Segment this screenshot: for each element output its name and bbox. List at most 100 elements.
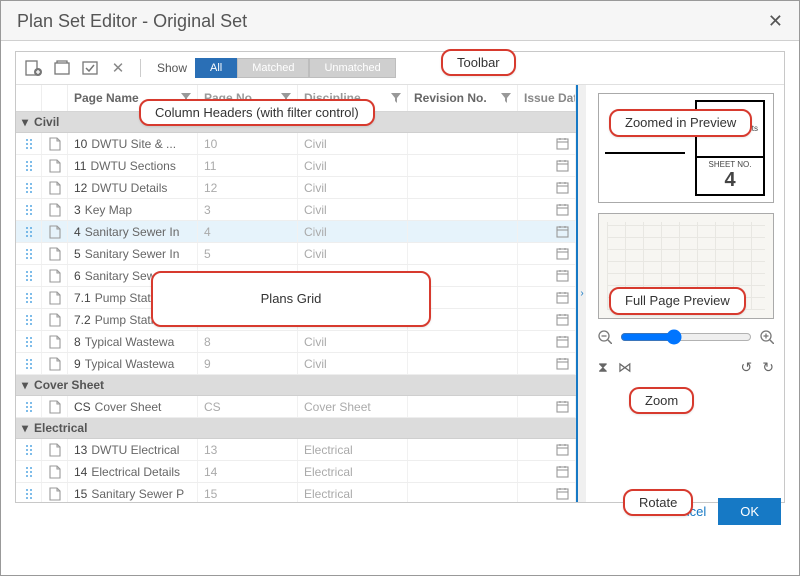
date-picker-icon[interactable]	[518, 309, 576, 330]
cell-page-name: 9Typical Wastewa	[68, 353, 198, 374]
drag-handle-icon[interactable]	[16, 155, 42, 176]
table-row[interactable]: 4Sanitary Sewer In4Civil	[16, 221, 576, 243]
filter-unmatched[interactable]: Unmatched	[309, 58, 395, 78]
callout-rotate: Rotate	[623, 489, 693, 516]
table-row[interactable]: 8Typical Wastewa8Civil	[16, 331, 576, 353]
cell-page-no: 10	[198, 133, 298, 154]
table-row[interactable]: 5Sanitary Sewer In5Civil	[16, 243, 576, 265]
zoom-slider[interactable]	[620, 329, 752, 345]
pane-divider[interactable]: ›	[576, 85, 586, 502]
document-icon	[42, 133, 68, 154]
cell-page-no: 15	[198, 483, 298, 502]
cell-revision-no	[408, 199, 518, 220]
sheet-no: 4	[697, 169, 763, 192]
date-picker-icon[interactable]	[518, 265, 576, 286]
group-row[interactable]: ▾Electrical	[16, 418, 576, 439]
drag-handle-icon[interactable]	[16, 309, 42, 330]
filter-all[interactable]: All	[195, 58, 237, 78]
date-picker-icon[interactable]	[518, 221, 576, 242]
sheet-no-label: SHEET NO.	[697, 160, 763, 169]
date-picker-icon[interactable]	[518, 177, 576, 198]
drag-handle-icon[interactable]	[16, 353, 42, 374]
table-row[interactable]: 12DWTU Details12Civil	[16, 177, 576, 199]
close-icon[interactable]: ✕	[768, 11, 783, 32]
drag-handle-icon[interactable]	[16, 439, 42, 460]
table-row[interactable]: 14Electrical Details14Electrical	[16, 461, 576, 483]
document-icon	[42, 309, 68, 330]
cell-page-no: 8	[198, 331, 298, 352]
table-row[interactable]: 15Sanitary Sewer P15Electrical	[16, 483, 576, 502]
date-picker-icon[interactable]	[518, 133, 576, 154]
table-row[interactable]: 3Key Map3Civil	[16, 199, 576, 221]
date-picker-icon[interactable]	[518, 353, 576, 374]
date-picker-icon[interactable]	[518, 199, 576, 220]
document-icon	[42, 199, 68, 220]
drag-handle-icon[interactable]	[16, 483, 42, 502]
table-row[interactable]: 13DWTU Electrical13Electrical	[16, 439, 576, 461]
cell-page-no: CS	[198, 396, 298, 417]
cell-discipline: Civil	[298, 353, 408, 374]
show-label: Show	[157, 61, 187, 75]
document-icon	[42, 353, 68, 374]
table-row[interactable]: 9Typical Wastewa9Civil	[16, 353, 576, 375]
filter-icon[interactable]	[501, 93, 511, 103]
callout-headers: Column Headers (with filter control)	[139, 99, 375, 126]
cell-revision-no	[408, 221, 518, 242]
open-icon[interactable]	[52, 58, 72, 78]
date-picker-icon[interactable]	[518, 396, 576, 417]
col-page-name[interactable]: Page Name	[74, 91, 139, 105]
date-picker-icon[interactable]	[518, 461, 576, 482]
col-issue-date[interactable]: Issue Date	[524, 91, 576, 105]
cell-page-no: 3	[198, 199, 298, 220]
drag-handle-icon[interactable]	[16, 243, 42, 264]
cell-revision-no	[408, 396, 518, 417]
callout-zoomed: Zoomed in Preview	[609, 109, 752, 137]
delete-icon[interactable]: ✕	[108, 58, 128, 78]
group-row[interactable]: ▾Cover Sheet	[16, 375, 576, 396]
drag-handle-icon[interactable]	[16, 287, 42, 308]
cell-revision-no	[408, 483, 518, 502]
zoom-out-icon[interactable]	[598, 330, 612, 344]
filter-matched[interactable]: Matched	[237, 58, 309, 78]
cell-page-name: 5Sanitary Sewer In	[68, 243, 198, 264]
cell-page-no: 11	[198, 155, 298, 176]
add-page-icon[interactable]	[24, 58, 44, 78]
document-icon	[42, 483, 68, 502]
date-picker-icon[interactable]	[518, 243, 576, 264]
cell-discipline: Electrical	[298, 461, 408, 482]
cell-discipline: Cover Sheet	[298, 396, 408, 417]
table-row[interactable]: 10DWTU Site & ...10Civil	[16, 133, 576, 155]
cell-page-name: 10DWTU Site & ...	[68, 133, 198, 154]
drag-handle-icon[interactable]	[16, 265, 42, 286]
rotate-ccw-icon[interactable]: ↺	[741, 359, 753, 376]
drag-handle-icon[interactable]	[16, 331, 42, 352]
callout-zoom: Zoom	[629, 387, 694, 414]
date-picker-icon[interactable]	[518, 155, 576, 176]
drag-handle-icon[interactable]	[16, 461, 42, 482]
ok-button[interactable]: OK	[718, 498, 781, 525]
flip-horizontal-icon[interactable]: ⋈	[618, 359, 632, 376]
document-icon	[42, 461, 68, 482]
cell-page-name: 4Sanitary Sewer In	[68, 221, 198, 242]
date-picker-icon[interactable]	[518, 331, 576, 352]
drag-handle-icon[interactable]	[16, 221, 42, 242]
flip-vertical-icon[interactable]: ⧗	[598, 359, 608, 376]
filter-icon[interactable]	[391, 93, 401, 103]
cell-page-name: 11DWTU Sections	[68, 155, 198, 176]
drag-handle-icon[interactable]	[16, 396, 42, 417]
rotate-cw-icon[interactable]: ↻	[762, 359, 774, 376]
drag-handle-icon[interactable]	[16, 199, 42, 220]
date-picker-icon[interactable]	[518, 483, 576, 502]
date-picker-icon[interactable]	[518, 439, 576, 460]
table-row[interactable]: CSCover SheetCSCover Sheet	[16, 396, 576, 418]
document-icon	[42, 439, 68, 460]
drag-handle-icon[interactable]	[16, 133, 42, 154]
date-picker-icon[interactable]	[518, 287, 576, 308]
zoom-in-icon[interactable]	[760, 330, 774, 344]
drag-handle-icon[interactable]	[16, 177, 42, 198]
col-revision-no[interactable]: Revision No.	[414, 91, 487, 105]
table-row[interactable]: 11DWTU Sections11Civil	[16, 155, 576, 177]
cell-page-no: 14	[198, 461, 298, 482]
check-icon[interactable]	[80, 58, 100, 78]
chevron-down-icon: ▾	[22, 421, 28, 435]
